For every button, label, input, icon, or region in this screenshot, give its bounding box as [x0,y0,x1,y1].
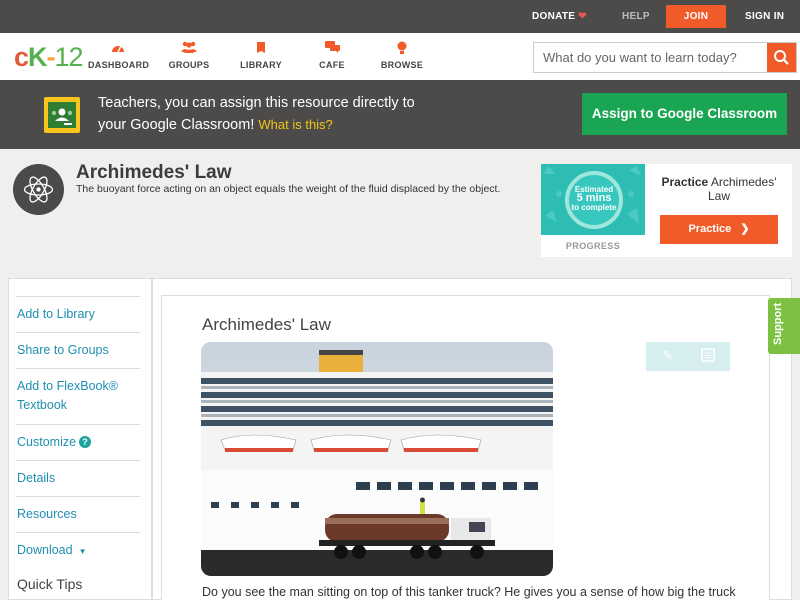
sidebar-download[interactable]: Download ▼ [16,532,140,568]
atom-icon [13,164,64,215]
left-sidebar: Add to Library Share to Groups Add to Fl… [8,278,152,600]
practice-title: Practice Archimedes' Law [661,175,777,203]
cruise-ship-tanker-image [201,342,553,576]
support-tab[interactable]: Support [768,298,800,354]
cafe-icon [316,41,348,57]
sidebar-customize[interactable]: Customize? [16,424,140,460]
search-box [533,42,797,73]
main-nav: cK-12 DASHBOARD GROUPS LIBRARY CAFE BROW… [0,33,800,80]
banner-text: Teachers, you can assign this resource d… [98,95,415,133]
help-icon[interactable]: ? [79,436,92,448]
lesson-title: Archimedes' Law [202,315,331,334]
caret-down-icon: ▼ [78,547,87,556]
browse-icon [380,41,424,57]
help-link[interactable]: HELP [622,0,650,33]
concept-title: Archimedes' Law [76,162,232,183]
groups-icon [168,41,210,57]
concept-description: The buoyant force acting on an object eq… [76,183,501,195]
sidebar-add-to-library[interactable]: Add to Library [16,296,140,332]
estimated-time-ring: Estimated 5 mins to complete [565,171,623,229]
donate-link[interactable]: DONATE ❤ [532,0,587,33]
ck12-logo[interactable]: cK-12 [14,42,84,73]
sidebar-share-to-groups[interactable]: Share to Groups [16,332,140,368]
sidebar-add-to-flexbook[interactable]: Add to FlexBook® Textbook [16,368,140,424]
lesson-body-text: Do you see the man sitting on top of thi… [202,585,736,599]
nav-browse[interactable]: BROWSE [380,41,424,70]
join-button[interactable]: JOIN [666,5,726,28]
dashboard-icon [88,41,148,57]
practice-button[interactable]: Practice ❯ [660,215,778,244]
pencil-icon[interactable]: ✎ [660,348,676,364]
assign-to-google-classroom-button[interactable]: Assign to Google Classroom [582,93,787,135]
sidebar-details[interactable]: Details [16,460,140,496]
top-bar: DONATE ❤ HELP JOIN SIGN IN [0,0,800,33]
library-icon [240,41,282,57]
practice-card: Estimated 5 mins to complete PROGRESS Pr… [541,164,792,257]
nav-dashboard[interactable]: DASHBOARD [88,41,149,70]
what-is-this-link[interactable]: What is this? [258,117,332,132]
lesson-tools: ✎ [646,342,730,371]
google-classroom-icon [44,97,80,133]
nav-library[interactable]: LIBRARY [240,41,282,70]
sidebar-resources[interactable]: Resources [16,496,140,532]
chevron-right-icon: ❯ [740,223,750,235]
quick-tips-heading: Quick Tips [17,576,83,592]
search-input[interactable] [534,43,768,72]
progress-label: PROGRESS [565,241,621,251]
sign-in-link[interactable]: SIGN IN [745,0,784,33]
practice-progress-image: Estimated 5 mins to complete [541,164,645,235]
search-button[interactable] [767,43,796,72]
search-icon [774,50,789,65]
nav-cafe[interactable]: CAFE [316,41,348,70]
heart-icon: ❤ [578,11,587,22]
nav-groups[interactable]: GROUPS [168,41,210,70]
notes-icon[interactable] [700,348,716,364]
google-classroom-banner: Teachers, you can assign this resource d… [0,80,800,149]
